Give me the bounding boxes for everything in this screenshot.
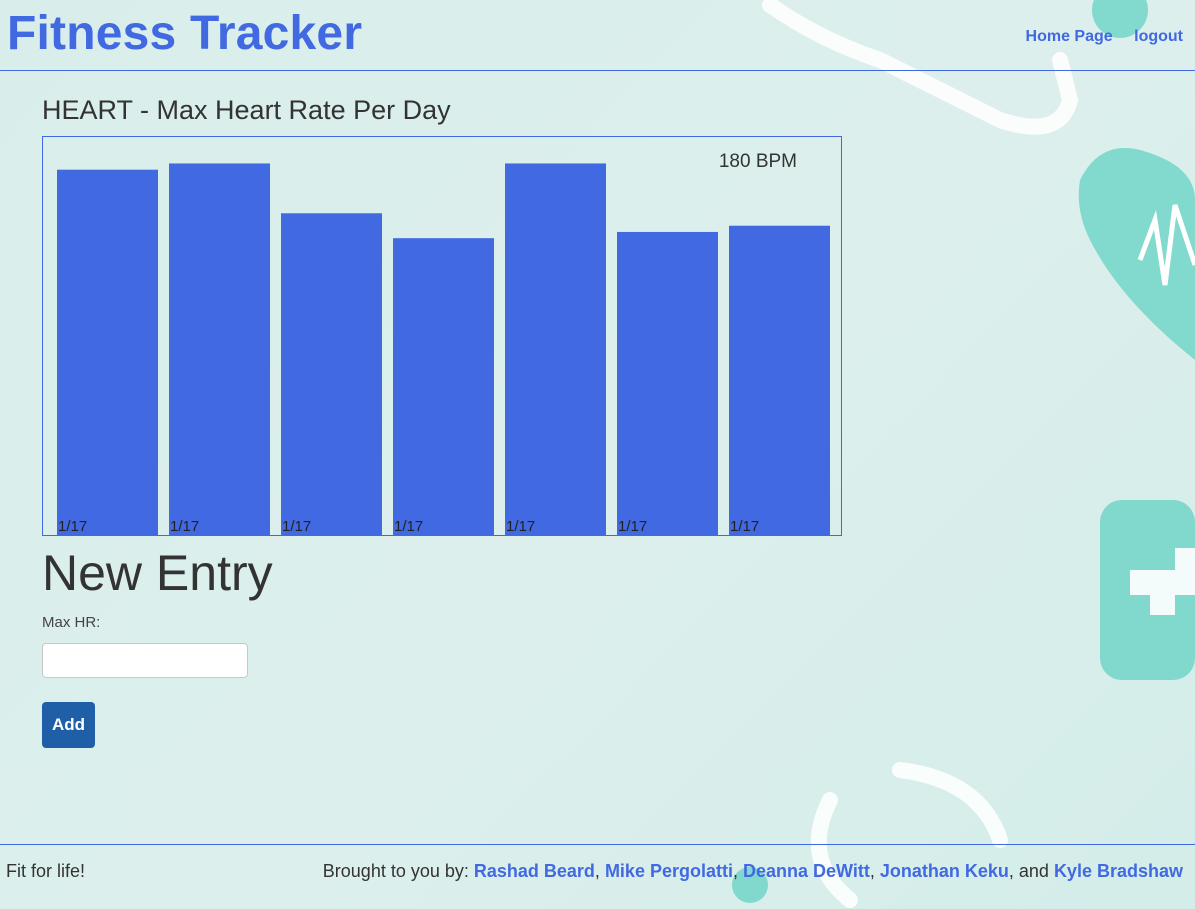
chart-bar [281, 213, 382, 535]
credits-prefix: Brought to you by: [322, 861, 474, 881]
heart-rate-chart: 1/17 1/17 1/17 1/17 1/17 1/17 1/17 180 BPM [42, 136, 842, 536]
chart-bar [393, 238, 494, 535]
home-page-link[interactable]: Home Page [1026, 28, 1113, 45]
site-header: Fitness Tracker Home Page logout [0, 3, 1195, 71]
top-nav: Home Page logout [1009, 28, 1183, 46]
author-link[interactable]: Jonathan Keku [880, 861, 1009, 881]
site-title: Fitness Tracker [7, 7, 363, 60]
chart-bar-label: 1/17 [170, 518, 199, 535]
author-separator: , [594, 861, 605, 881]
logout-link[interactable]: logout [1134, 28, 1183, 45]
chart-max-annotation: 180 BPM [719, 151, 797, 172]
max-hr-label: Max HR: [42, 614, 101, 631]
author-link[interactable]: Kyle Bradshaw [1054, 861, 1183, 881]
footer-credits: Brought to you by: Rashad Beard, Mike Pe… [323, 861, 1183, 882]
add-button[interactable]: Add [42, 702, 95, 748]
author-link[interactable]: Rashad Beard [474, 861, 595, 881]
chart-bar-label: 1/17 [394, 518, 423, 535]
new-entry-heading: New Entry [42, 545, 273, 601]
author-link[interactable]: Deanna DeWitt [743, 861, 870, 881]
footer-tagline: Fit for life! [6, 861, 86, 881]
chart-bar [505, 163, 606, 535]
chart-bar [169, 163, 270, 535]
chart-title: HEART - Max Heart Rate Per Day [42, 95, 451, 125]
chart-bar-label: 1/17 [506, 518, 535, 535]
chart-bar [617, 231, 718, 535]
author-separator: , and [1008, 861, 1054, 881]
chart-bar-label: 1/17 [58, 518, 87, 535]
chart-bar [729, 225, 830, 535]
max-hr-input[interactable] [42, 643, 248, 678]
chart-bar-label: 1/17 [282, 518, 311, 535]
chart-canvas: 1/17 1/17 1/17 1/17 1/17 1/17 1/17 180 BPM [57, 151, 830, 535]
chart-bar [57, 169, 158, 535]
chart-bar-label: 1/17 [730, 518, 759, 535]
author-link[interactable]: Mike Pergolatti [605, 861, 733, 881]
site-footer: Fit for life! Brought to you by: Rashad … [0, 844, 1195, 905]
author-separator: , [732, 861, 743, 881]
chart-bar-label: 1/17 [618, 518, 647, 535]
author-separator: , [869, 861, 880, 881]
